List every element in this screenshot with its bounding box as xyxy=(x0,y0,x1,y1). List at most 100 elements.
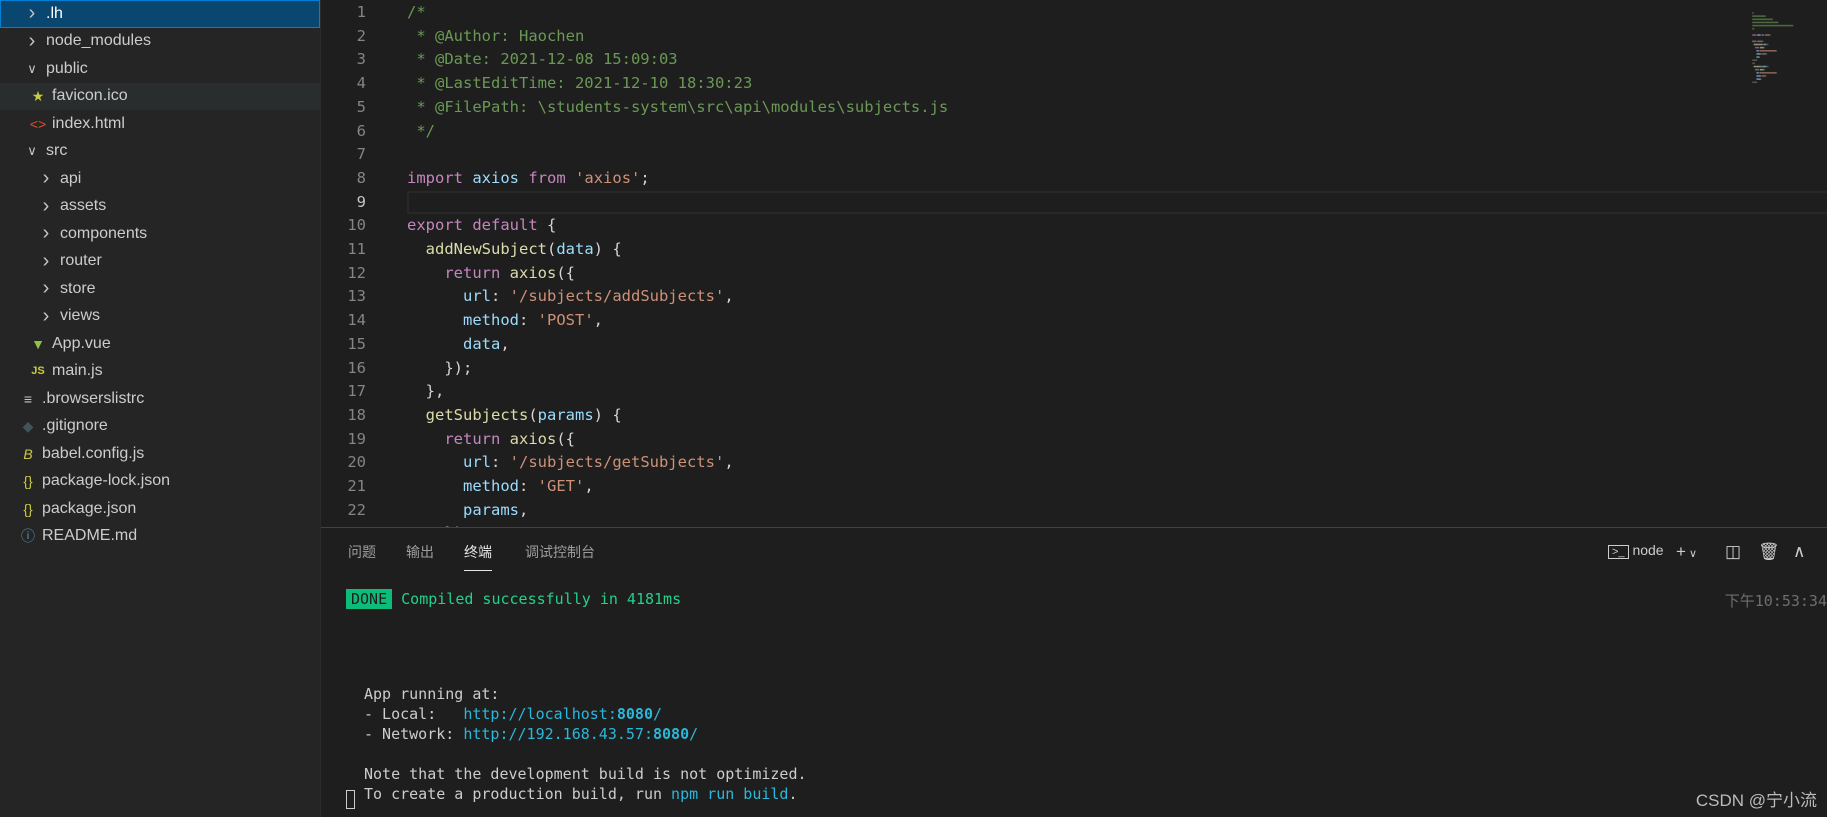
line-number: 9 xyxy=(356,192,366,211)
code-line[interactable]: 5 * @FilePath: \students-system\src\api\… xyxy=(321,96,1721,120)
code-line[interactable]: 16 }); xyxy=(321,357,1721,381)
panel-tab[interactable]: 调试控制台 xyxy=(525,542,595,570)
explorer-item-label: App.vue xyxy=(52,334,111,352)
code-line[interactable]: 2 * @Author: Haochen xyxy=(321,25,1721,49)
code-editor[interactable]: 1/* 2 * @Author: Haochen 3 * @Date: 2021-1… xyxy=(321,0,1827,527)
line-number: 2 xyxy=(356,26,366,45)
chevron-right-icon: › xyxy=(42,249,50,272)
code-text: }); xyxy=(407,358,473,377)
new-terminal-button[interactable]: + ∨ xyxy=(1676,542,1697,562)
line-number: 22 xyxy=(347,500,366,519)
explorer-item-label: .gitignore xyxy=(42,417,108,435)
line-number: 11 xyxy=(347,240,366,258)
code-line[interactable]: 3 * @Date: 2021-12-08 15:09:03 xyxy=(321,48,1721,72)
code-line[interactable]: 18 getSubjects(params) { xyxy=(321,404,1721,428)
chevron-right-icon: › xyxy=(42,277,50,300)
code-text: * @Author: Haochen xyxy=(407,26,585,45)
explorer-item[interactable]: JS main.js xyxy=(0,358,320,386)
code-text: * @FilePath: \students-system\src\api\mo… xyxy=(407,97,949,116)
explorer-item[interactable]: ⓘ README.md xyxy=(0,523,320,551)
watermark: CSDN @宁小流 xyxy=(1695,791,1817,810)
explorer-item-label: package-lock.json xyxy=(42,472,171,490)
json-icon: {} xyxy=(23,473,33,490)
panel-tab[interactable]: 问题 xyxy=(348,542,376,570)
explorer-item[interactable]: ★ favicon.ico xyxy=(0,82,320,110)
explorer-item-label: .lh xyxy=(46,4,63,22)
line-number: 5 xyxy=(356,97,366,116)
code-line[interactable]: 10 export default { xyxy=(321,214,1721,238)
line-number: 10 xyxy=(347,216,366,235)
line-number: 6 xyxy=(356,121,366,140)
code-line[interactable]: 17 }, xyxy=(321,380,1721,404)
explorer-item[interactable]: › .lh xyxy=(0,0,320,28)
panel-tab[interactable]: 输出 xyxy=(406,542,434,570)
explorer-item[interactable]: ∨ public xyxy=(0,55,320,83)
explorer-item[interactable]: › views xyxy=(0,303,320,331)
chevron-up-icon[interactable]: ∧ xyxy=(1793,542,1805,562)
git-icon: ◆ xyxy=(22,417,34,434)
code-line[interactable]: 19 return axios({ xyxy=(321,428,1721,452)
lines-icon: ≡ xyxy=(23,390,33,407)
code-line[interactable]: 20 url: '/subjects/getSubjects', xyxy=(321,451,1721,475)
explorer-item[interactable]: › router xyxy=(0,248,320,276)
terminal-cursor[interactable] xyxy=(346,790,355,809)
code-text: return axios({ xyxy=(444,429,576,448)
code-line[interactable]: 7 xyxy=(321,143,1721,167)
code-text: method: 'POST', xyxy=(463,311,604,330)
explorer-sidebar: › .lh › node_modules ∨ public ★ favicon.ico <> in… xyxy=(0,0,321,817)
code-text: * @LastEditTime: 2021-12-10 18:30:23 xyxy=(407,74,753,93)
line-number: 8 xyxy=(356,168,366,187)
chevron-down-icon: ∨ xyxy=(1685,548,1698,560)
panel-tab[interactable]: 终端 xyxy=(464,542,492,571)
code-line[interactable]: 22 params, xyxy=(321,499,1721,523)
explorer-item[interactable]: ∨ src xyxy=(0,138,320,166)
code-text: data, xyxy=(463,334,510,353)
code-line[interactable]: 14 method: 'POST', xyxy=(321,309,1721,333)
code-line[interactable]: 13 url: '/subjects/addSubjects', xyxy=(321,285,1721,309)
split-terminal-icon[interactable]: ◫ xyxy=(1725,542,1741,562)
bottom-panel: 问题 输出 终端 调试控制台 >_ node + ∨ ◫ 🗑 ∧ DONE Compi… xyxy=(321,527,1827,817)
chevron-right-icon: › xyxy=(42,222,50,245)
minimap[interactable] xyxy=(1727,0,1827,100)
chevron-right-icon: › xyxy=(42,304,50,327)
explorer-item[interactable]: ▼ App.vue xyxy=(0,330,320,358)
line-number: 18 xyxy=(347,405,366,424)
code-line[interactable]: 21 method: 'GET', xyxy=(321,475,1721,499)
code-line[interactable]: 4 * @LastEditTime: 2021-12-10 18:30:23 xyxy=(321,72,1721,96)
code-line[interactable]: 8 import axios from 'axios'; xyxy=(321,167,1721,191)
code-line[interactable]: 12 return axios({ xyxy=(321,262,1721,286)
explorer-item[interactable]: › api xyxy=(0,165,320,193)
line-number: 21 xyxy=(347,477,366,495)
chevron-right-icon: › xyxy=(28,29,36,52)
code-text: }, xyxy=(407,382,445,401)
explorer-item[interactable]: ◆ .gitignore xyxy=(0,413,320,441)
build-hint: To create a production build, run npm ru… xyxy=(364,785,798,803)
js-icon: JS xyxy=(31,365,45,378)
explorer-item[interactable]: › assets xyxy=(0,193,320,221)
code-line[interactable]: 15 data, xyxy=(321,333,1721,357)
network-url[interactable]: http://192.168.43.57:8080/ xyxy=(463,725,698,743)
explorer-item-label: src xyxy=(46,142,68,160)
code-text: /* xyxy=(407,3,426,21)
info-icon: ⓘ xyxy=(21,528,35,545)
explorer-item[interactable]: › components xyxy=(0,220,320,248)
explorer-item[interactable]: ≡ .browserslistrc xyxy=(0,385,320,413)
explorer-item-label: index.html xyxy=(52,114,125,132)
line-number: 4 xyxy=(356,74,366,93)
trash-icon[interactable]: 🗑 xyxy=(1758,542,1780,562)
babel-icon: B xyxy=(23,445,33,462)
explorer-item[interactable]: Bbabel.config.js xyxy=(0,440,320,468)
explorer-item[interactable]: › store xyxy=(0,275,320,303)
explorer-item[interactable]: › node_modules xyxy=(0,28,320,56)
code-line[interactable]: 6 */ xyxy=(321,120,1721,144)
code-line[interactable]: 9 xyxy=(321,191,1721,215)
explorer-item[interactable]: <> index.html xyxy=(0,110,320,138)
explorer-item[interactable]: {} package-lock.json xyxy=(0,468,320,496)
code-line[interactable]: 11 addNewSubject(data) { xyxy=(321,238,1721,262)
local-url[interactable]: http://localhost:8080/ xyxy=(463,705,662,723)
line-number: 16 xyxy=(347,358,366,377)
explorer-item[interactable]: {} package.json xyxy=(0,495,320,523)
terminal-selector[interactable]: >_ node xyxy=(1608,542,1664,559)
code-line[interactable]: 1 /* xyxy=(321,1,1721,25)
code-text: export default { xyxy=(407,216,557,235)
